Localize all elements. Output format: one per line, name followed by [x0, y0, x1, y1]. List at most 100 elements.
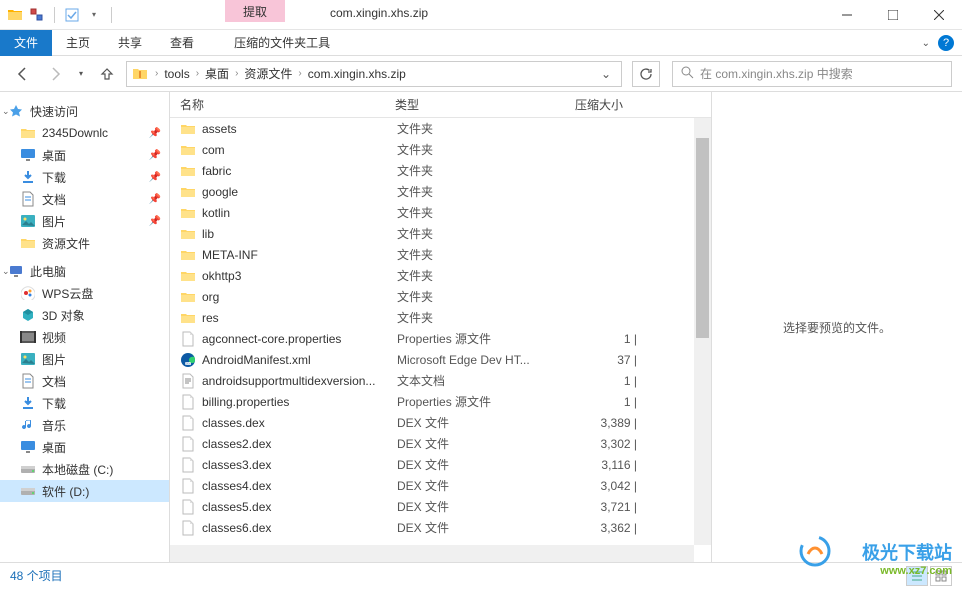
expand-icon[interactable]: ⌄ [2, 266, 10, 277]
navigation-pane[interactable]: ⌄ 快速访问 2345Downlc📌桌面📌下载📌文档📌图片📌资源文件 ⌄ 此电脑… [0, 92, 170, 562]
file-icon [180, 478, 196, 494]
file-row[interactable]: com文件夹 [170, 139, 711, 160]
text-icon [180, 373, 196, 389]
properties-icon[interactable] [28, 6, 46, 24]
breadcrumb-item[interactable]: tools [160, 67, 193, 81]
pin-icon: 📌 [149, 172, 161, 183]
chevron-right-icon[interactable]: › [233, 68, 240, 79]
column-headers[interactable]: 名称 类型 压缩大小 [170, 92, 711, 118]
close-button[interactable] [916, 0, 962, 30]
sidebar-item[interactable]: 文档📌 [0, 188, 169, 210]
sidebar-item[interactable]: 下载 [0, 392, 169, 414]
file-row[interactable]: agconnect-core.propertiesProperties 源文件1… [170, 328, 711, 349]
breadcrumb-item[interactable]: 资源文件 [240, 65, 296, 82]
breadcrumb-item[interactable]: com.xingin.xhs.zip [304, 67, 410, 81]
sidebar-item[interactable]: 资源文件 [0, 232, 169, 254]
file-type: DEX 文件 [397, 498, 577, 515]
column-name[interactable]: 名称 [180, 96, 395, 113]
file-row[interactable]: DEVAndroidManifest.xmlMicrosoft Edge Dev… [170, 349, 711, 370]
file-type: DEX 文件 [397, 477, 577, 494]
refresh-button[interactable] [632, 61, 660, 87]
minimize-button[interactable] [824, 0, 870, 30]
file-row[interactable]: okhttp3文件夹 [170, 265, 711, 286]
file-size: 3,302 | [577, 437, 637, 451]
file-row[interactable]: res文件夹 [170, 307, 711, 328]
sidebar-item[interactable]: 图片📌 [0, 210, 169, 232]
sidebar-item[interactable]: 下载📌 [0, 166, 169, 188]
file-row[interactable]: androidsupportmultidexversion...文本文档1 | [170, 370, 711, 391]
ribbon-tab-share[interactable]: 共享 [104, 30, 156, 56]
qat-dropdown-icon[interactable]: ▾ [85, 6, 103, 24]
pin-icon: 📌 [149, 194, 161, 205]
sidebar-item[interactable]: 音乐 [0, 414, 169, 436]
file-row[interactable]: org文件夹 [170, 286, 711, 307]
file-name: classes5.dex [202, 500, 397, 514]
up-button[interactable] [94, 61, 120, 87]
breadcrumb-item[interactable]: 桌面 [201, 65, 233, 82]
sidebar-item[interactable]: 桌面 [0, 436, 169, 458]
sidebar-item[interactable]: 软件 (D:) [0, 480, 169, 502]
scrollbar-thumb[interactable] [696, 138, 709, 338]
sidebar-item[interactable]: 视频 [0, 326, 169, 348]
file-row[interactable]: classes5.dexDEX 文件3,721 | [170, 496, 711, 517]
help-icon[interactable]: ? [938, 35, 954, 51]
folder-icon [180, 226, 196, 242]
file-rows[interactable]: assets文件夹com文件夹fabric文件夹google文件夹kotlin文… [170, 118, 711, 562]
sidebar-this-pc[interactable]: ⌄ 此电脑 [0, 260, 169, 282]
sidebar-item[interactable]: 桌面📌 [0, 144, 169, 166]
file-name: classes3.dex [202, 458, 397, 472]
file-row[interactable]: classes2.dexDEX 文件3,302 | [170, 433, 711, 454]
ribbon-file-tab[interactable]: 文件 [0, 30, 52, 56]
sidebar-item-label: 本地磁盘 (C:) [42, 461, 113, 478]
file-row[interactable]: assets文件夹 [170, 118, 711, 139]
file-row[interactable]: classes4.dexDEX 文件3,042 | [170, 475, 711, 496]
wps-icon [20, 285, 36, 301]
search-input[interactable]: 在 com.xingin.xhs.zip 中搜索 [672, 61, 952, 87]
sidebar-item[interactable]: WPS云盘 [0, 282, 169, 304]
expand-icon[interactable]: ⌄ [2, 106, 10, 117]
chevron-right-icon[interactable]: › [194, 68, 201, 79]
chevron-right-icon[interactable]: › [296, 68, 303, 79]
sidebar-item[interactable]: 本地磁盘 (C:) [0, 458, 169, 480]
horizontal-scrollbar[interactable] [170, 545, 694, 562]
file-row[interactable]: google文件夹 [170, 181, 711, 202]
search-placeholder: 在 com.xingin.xhs.zip 中搜索 [700, 65, 853, 82]
forward-button[interactable] [42, 61, 68, 87]
column-size[interactable]: 压缩大小 [575, 96, 655, 113]
chevron-right-icon[interactable]: › [153, 68, 160, 79]
sidebar-item-label: 文档 [42, 373, 66, 390]
address-dropdown-icon[interactable]: ⌄ [595, 67, 617, 81]
file-row[interactable]: billing.propertiesProperties 源文件1 | [170, 391, 711, 412]
titlebar: ▾ 提取 com.xingin.xhs.zip [0, 0, 962, 30]
address-bar[interactable]: › tools › 桌面 › 资源文件 › com.xingin.xhs.zip… [126, 61, 622, 87]
folder-icon [180, 121, 196, 137]
sidebar-item[interactable]: 3D 对象 [0, 304, 169, 326]
sidebar-item[interactable]: 图片 [0, 348, 169, 370]
sidebar-item-label: 3D 对象 [42, 307, 85, 324]
ribbon-context-tab[interactable]: 压缩的文件夹工具 [220, 30, 344, 56]
file-row[interactable]: fabric文件夹 [170, 160, 711, 181]
column-type[interactable]: 类型 [395, 96, 575, 113]
file-type: 文件夹 [397, 225, 577, 242]
ribbon-tab-home[interactable]: 主页 [52, 30, 104, 56]
recent-dropdown[interactable]: ▾ [74, 61, 88, 87]
sidebar-item[interactable]: 文档 [0, 370, 169, 392]
checkbox-icon[interactable] [63, 6, 81, 24]
maximize-button[interactable] [870, 0, 916, 30]
back-button[interactable] [10, 61, 36, 87]
ribbon-tab-view[interactable]: 查看 [156, 30, 208, 56]
file-row[interactable]: classes.dexDEX 文件3,389 | [170, 412, 711, 433]
vertical-scrollbar[interactable] [694, 118, 711, 545]
file-row[interactable]: lib文件夹 [170, 223, 711, 244]
ribbon-expand-icon[interactable]: ⌄ [922, 38, 930, 49]
file-row[interactable]: classes6.dexDEX 文件3,362 | [170, 517, 711, 538]
file-row[interactable]: kotlin文件夹 [170, 202, 711, 223]
app-icon [6, 6, 24, 24]
file-type: DEX 文件 [397, 435, 577, 452]
window-title: com.xingin.xhs.zip [330, 6, 428, 20]
file-name: lib [202, 227, 397, 241]
sidebar-quick-access[interactable]: ⌄ 快速访问 [0, 100, 169, 122]
sidebar-item[interactable]: 2345Downlc📌 [0, 122, 169, 144]
file-row[interactable]: META-INF文件夹 [170, 244, 711, 265]
file-row[interactable]: classes3.dexDEX 文件3,116 | [170, 454, 711, 475]
